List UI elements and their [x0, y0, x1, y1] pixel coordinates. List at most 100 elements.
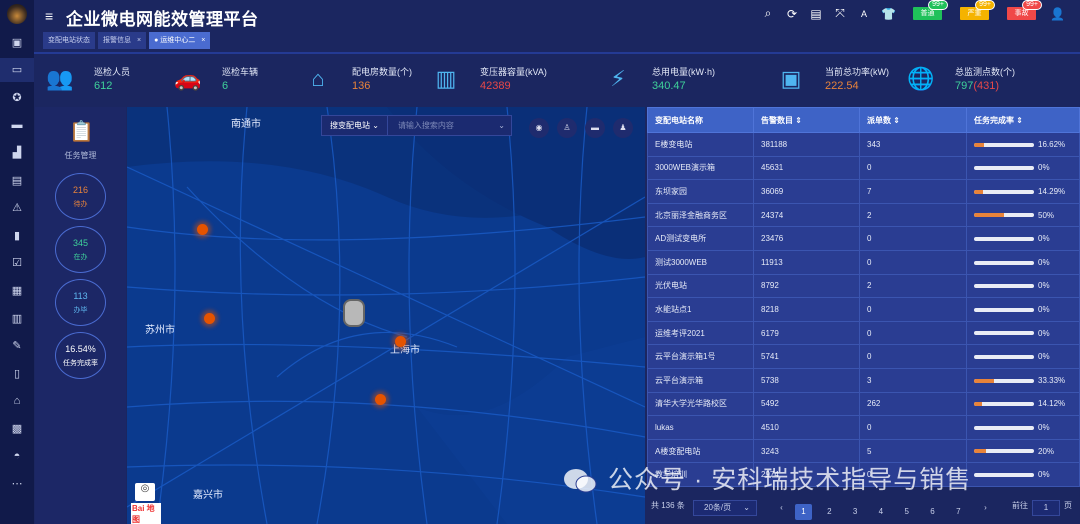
page-button[interactable]: 4	[872, 504, 889, 520]
close-icon[interactable]: ×	[137, 37, 141, 44]
page-size-select[interactable]: 20条/页 ⌄	[693, 500, 757, 516]
tab-substation-status[interactable]: 变配电站状态	[43, 32, 95, 49]
transformer-icon: ▥	[435, 66, 457, 91]
goto-page-input[interactable]: 1	[1032, 500, 1060, 516]
next-page-icon[interactable]: ›	[977, 500, 994, 516]
alert-serious-button[interactable]: 严重 99+	[960, 0, 995, 20]
globe-pin-icon: 🌐	[907, 66, 935, 91]
link-icon[interactable]: ⋯	[0, 472, 34, 496]
stat-number: 42389	[480, 80, 511, 92]
task-stat-circle[interactable]: 345 在办	[55, 226, 106, 273]
dispatch-count: 0	[859, 226, 967, 251]
cabinet-icon[interactable]: ▦	[0, 278, 34, 302]
city-label: 嘉兴市	[193, 490, 223, 501]
locate-icon[interactable]: ◎	[135, 483, 155, 501]
table-row[interactable]: 清华大学光华路校区 5492 262 14.12%	[647, 391, 1080, 417]
stat-label: 巡检车辆	[222, 67, 259, 77]
search-input[interactable]: 请输入搜索内容 ⌄	[387, 115, 512, 136]
table-row[interactable]: 云平台演示箱1号 5741 0 0%	[647, 344, 1080, 369]
search-icon[interactable]: ⌕	[761, 6, 775, 21]
table-row[interactable]: 北京丽泽金融商务区 24374 2 50%	[647, 202, 1080, 228]
station-marker[interactable]	[197, 224, 208, 235]
energy-icon[interactable]: ✪	[0, 85, 34, 109]
tab-alarm-info[interactable]: 报警信息 ×	[98, 32, 147, 49]
col-header-alarms[interactable]: 告警数目 ⇕	[753, 107, 860, 133]
station-marker[interactable]	[375, 394, 386, 405]
sort-icon[interactable]: ⇕	[1016, 116, 1023, 125]
dome-icon[interactable]: ◓	[0, 444, 34, 468]
user-icon[interactable]: ♟	[613, 118, 633, 138]
bar-chart-icon[interactable]: ▟	[0, 140, 34, 164]
inspector-icon: 👥	[46, 66, 74, 91]
stat-label: 配电房数量(个)	[352, 67, 412, 77]
task-label: 待办	[73, 201, 88, 208]
col-header-dispatch[interactable]: 派单数 ⇕	[859, 107, 967, 133]
sidebar: ▣ ▭ ✪ ▬ ▟ ▤ ⚠ ▮ ☑ ▦ ▥ ✎ ▯ ⌂ ▩ ◓ ⋯	[0, 0, 34, 524]
truck-icon[interactable]: ▬	[585, 118, 605, 138]
book-icon[interactable]: ▤	[809, 7, 823, 21]
grid-table-icon[interactable]: ▥	[0, 306, 34, 330]
table-row[interactable]: E楼变电站 381188 343 16.62%	[647, 132, 1080, 157]
table-row[interactable]: 运维考评2021 6179 0 0%	[647, 320, 1080, 346]
edit-icon[interactable]: ✎	[0, 334, 34, 358]
refresh-icon[interactable]: ⟳	[785, 7, 799, 21]
file-icon[interactable]: ▯	[0, 361, 34, 385]
menu-toggle-icon[interactable]: ≡	[45, 8, 53, 24]
monitor-icon[interactable]: ▭	[0, 57, 34, 82]
alarm-light-icon[interactable]: ⚠	[0, 196, 34, 220]
completion-rate: 0%	[1038, 470, 1050, 480]
table-row[interactable]: 3000WEB演示箱 45631 0 0%	[647, 155, 1080, 181]
page-button[interactable]: 1	[795, 504, 812, 520]
fullscreen-icon[interactable]: ⤧	[833, 6, 847, 21]
header-label: 派单数	[867, 115, 891, 125]
stat-value: 6	[222, 80, 228, 92]
station-name: 运维考评2021	[647, 320, 754, 346]
search-type-select[interactable]: 搜变配电站 ⌄	[321, 115, 388, 136]
table-row[interactable]: lukas 4510 0 0%	[647, 415, 1080, 440]
page-button[interactable]: 3	[847, 504, 864, 520]
user-avatar[interactable]	[7, 4, 27, 24]
table-row[interactable]: 东坝家园 36069 7 14.29%	[647, 179, 1080, 204]
folder-icon[interactable]: ▬	[0, 113, 34, 137]
dispatch-count: 343	[859, 132, 967, 157]
theme-shirt-icon[interactable]: 👕	[881, 7, 896, 21]
alert-label: 严重	[967, 10, 982, 17]
tab-ops-center[interactable]: ● 运维中心二 ×	[149, 32, 211, 49]
solar-panel-icon[interactable]: ▩	[0, 416, 34, 440]
user-icon[interactable]: 👤	[1050, 7, 1065, 21]
table-row[interactable]: 云平台演示箱 5738 3 33.33%	[647, 367, 1080, 393]
alarm-count: 24374	[753, 202, 860, 228]
document-icon[interactable]: ▤	[0, 168, 34, 192]
page-button[interactable]: 6	[924, 504, 941, 520]
station-marker[interactable]	[395, 336, 406, 347]
edit-check-icon[interactable]: ☑	[0, 251, 34, 275]
task-stat-circle[interactable]: 113 办毕	[55, 279, 106, 326]
person-pin-icon[interactable]: ♙	[557, 118, 577, 138]
dispatch-count: 0	[859, 344, 967, 369]
screen-icon[interactable]: ▣	[0, 30, 34, 54]
page-button[interactable]: 5	[898, 504, 915, 520]
alert-normal-button[interactable]: 普通 99+	[913, 0, 948, 20]
table-row[interactable]: AD测试变电所 23476 0 0%	[647, 226, 1080, 251]
col-header-completion[interactable]: 任务完成率 ⇕	[966, 107, 1080, 133]
sort-icon[interactable]: ⇕	[893, 116, 900, 125]
table-row[interactable]: 水能站点1 8218 0 0%	[647, 297, 1080, 322]
table-row[interactable]: 光伏电站 8792 2 0%	[647, 273, 1080, 299]
completion-cell: 16.62%	[966, 132, 1080, 157]
sort-icon[interactable]: ⇕	[795, 116, 802, 125]
completion-rate: 33.33%	[1038, 375, 1066, 385]
eye-icon[interactable]: ◉	[529, 118, 549, 138]
page-button[interactable]: 7	[950, 504, 967, 520]
home-icon[interactable]: ⌂	[0, 389, 34, 413]
alert-accident-button[interactable]: 事故 99+	[1007, 0, 1042, 20]
table-row[interactable]: 测试3000WEB 11913 0 0%	[647, 249, 1080, 275]
task-stat-circle[interactable]: 216 待办	[55, 173, 106, 220]
task-stat-circle[interactable]: 16.54% 任务完成率	[55, 332, 106, 379]
vehicle-marker-icon[interactable]	[343, 299, 365, 327]
prev-page-icon[interactable]: ‹	[773, 500, 790, 516]
font-size-icon[interactable]: A	[857, 9, 871, 19]
camera-icon[interactable]: ▮	[0, 223, 34, 247]
station-marker[interactable]	[204, 313, 215, 324]
page-button[interactable]: 2	[821, 504, 838, 520]
close-icon[interactable]: ×	[201, 37, 205, 44]
